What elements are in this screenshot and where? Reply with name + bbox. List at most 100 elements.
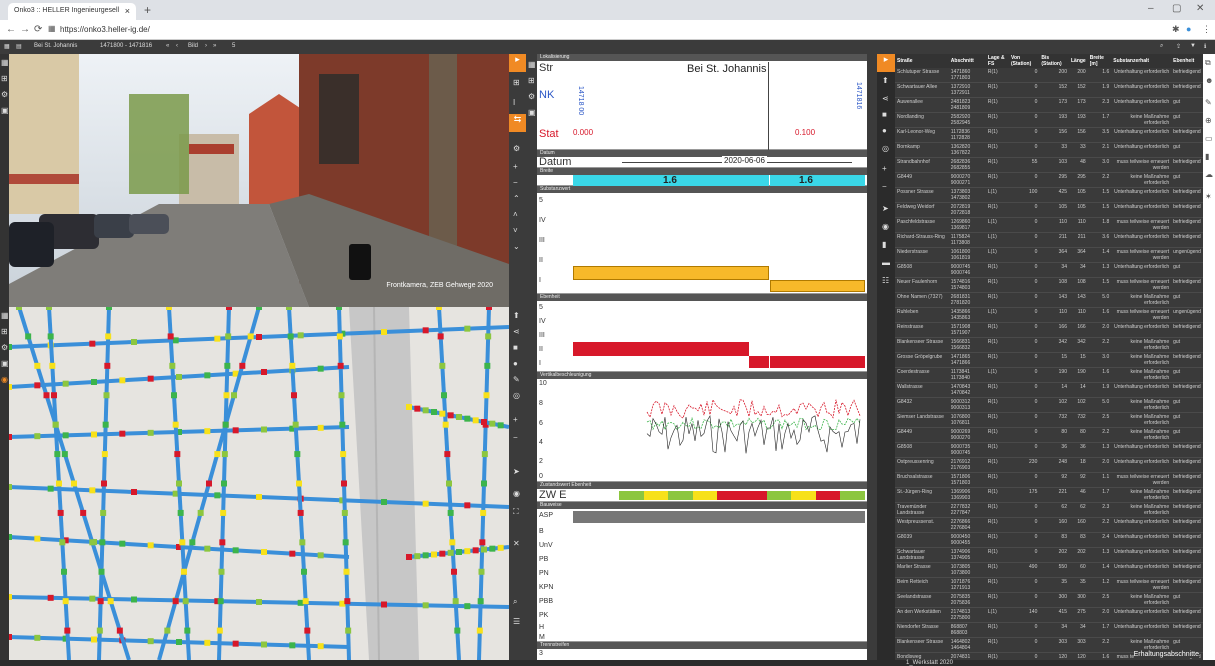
share-icon[interactable]: ⋖: [513, 327, 520, 336]
target-icon[interactable]: ⊕: [1205, 116, 1212, 125]
camera-icon[interactable]: ▸: [509, 54, 526, 72]
table-row[interactable]: Richard-Strauss-Ring 1175824 1173808 L(1) 0…: [895, 232, 1203, 248]
list-icon[interactable]: ▤: [16, 43, 22, 50]
table-row[interactable]: Ruhleben 1435866 1435863 L(1) 0 110 110 1.6 mus…: [895, 307, 1203, 323]
table-row[interactable]: Paschfeldstrasse 1269860 1369817 L(1) 0 110 1…: [895, 217, 1203, 233]
table-row[interactable]: Wallstrasse 1470843 1470842 R(1) 0 14 14 1.9 Un…: [895, 382, 1203, 398]
cursor-icon[interactable]: ➤: [882, 204, 889, 213]
grid-icon[interactable]: ▦: [528, 60, 536, 69]
url-field[interactable]: https://onko3.heller-ig.de/: [60, 25, 150, 34]
table-row[interactable]: G8508 9000745 9000746 R(1) 0 34 34 1.3 Unterhal…: [895, 262, 1203, 278]
image-select[interactable]: Bild: [188, 43, 198, 49]
table-row[interactable]: Beim Retteich 1071876 1271913 R(1) 0 35 35 1.2…: [895, 577, 1203, 593]
profile-avatar[interactable]: ●: [1186, 24, 1191, 34]
table-row[interactable]: St.-Jürgen-Ring 1369906 1369903 R(1) 175 221…: [895, 487, 1203, 503]
browser-tab[interactable]: Onko3 :: HELLER Ingenieurgesell ×: [8, 3, 136, 20]
table-row[interactable]: Ostpreussenring 2176912 2176903 R(1) 230 248…: [895, 457, 1203, 473]
table-row[interactable]: Grosse Gröpelgrube 1471865 1471866 R(1) 0 15…: [895, 352, 1203, 368]
column-header[interactable]: Ebenheit: [1171, 54, 1203, 68]
street-select[interactable]: Bei St. Johannis: [34, 43, 77, 49]
list-icon[interactable]: ☰: [513, 617, 520, 626]
window-icon[interactable]: ▣: [1, 359, 9, 368]
column-header[interactable]: Länge: [1068, 54, 1088, 68]
prev-icon[interactable]: «: [166, 43, 169, 49]
table-row[interactable]: Bornkamp 1362820 1367822 R(1) 0 33 33 2.1 Unter…: [895, 142, 1203, 158]
camera-icon[interactable]: ▸: [877, 54, 895, 72]
settings-icon[interactable]: ⚙: [528, 92, 535, 101]
text-icon[interactable]: I: [513, 98, 515, 107]
window-icon[interactable]: ▭: [1205, 134, 1213, 143]
expand-icon[interactable]: ⊞: [513, 78, 520, 87]
pointer-icon[interactable]: ⬆: [513, 311, 520, 320]
table-row[interactable]: Possner Strasse 1373803 1473802 L(1) 100 425…: [895, 187, 1203, 203]
target-icon[interactable]: ◎: [513, 391, 520, 400]
window-icon[interactable]: ▬: [882, 258, 890, 267]
layers-icon[interactable]: ◉: [513, 489, 520, 498]
pin-icon[interactable]: ◉: [1, 375, 8, 384]
table-row[interactable]: Blankenseer Strasse 1566831 1566832 R(1) 0 3…: [895, 337, 1203, 353]
copy-icon[interactable]: ⧉: [1205, 58, 1211, 68]
table-row[interactable]: Seelandstrasse 2075835 2075836 R(1) 0 300 300…: [895, 592, 1203, 608]
table-row[interactable]: Schwartauer Landstrasse 1374906 1374905 R(…: [895, 547, 1203, 563]
back-step-icon[interactable]: ‹: [176, 43, 178, 49]
search-icon[interactable]: ⌕: [513, 597, 517, 607]
cloud-icon[interactable]: ☁: [1205, 170, 1213, 179]
grid-icon[interactable]: ▦: [1, 58, 9, 67]
info-icon[interactable]: ●: [882, 126, 887, 135]
window-icon[interactable]: ▣: [1, 106, 9, 115]
condition-map[interactable]: [9, 307, 509, 660]
back-icon[interactable]: ←: [6, 24, 16, 35]
column-header[interactable]: Bis (Station): [1039, 54, 1069, 68]
table-row[interactable]: G8449 9000270 9000271 R(1) 0 295 295 2.2 keine …: [895, 172, 1203, 188]
forward-icon[interactable]: →: [20, 24, 30, 35]
window-icon[interactable]: ▣: [528, 108, 536, 117]
new-tab-icon[interactable]: +: [144, 3, 151, 17]
minus-icon[interactable]: −: [513, 178, 518, 187]
column-header[interactable]: Von (Station): [1009, 54, 1040, 68]
minimize-icon[interactable]: –: [1148, 3, 1154, 14]
share-icon[interactable]: ⋖: [882, 94, 889, 103]
maximize-icon[interactable]: ▢: [1172, 3, 1181, 14]
table-row[interactable]: G8432 9000312 9000313 R(1) 0 102 102 5.0 keine …: [895, 397, 1203, 413]
settings-icon[interactable]: ⚙: [1, 90, 8, 99]
table-row[interactable]: Niederstrasse 1061800 1061819 L(1) 0 364 364 1…: [895, 247, 1203, 263]
column-header[interactable]: Abschnitt: [948, 54, 986, 68]
info-icon[interactable]: ℹ: [1204, 43, 1206, 50]
table-row[interactable]: Bruchsalstrasse 1571806 1571803 R(1) 0 92 92 1…: [895, 472, 1203, 488]
layout-icon[interactable]: ⊞: [528, 76, 535, 85]
layout-icon[interactable]: ⊞: [1, 327, 8, 336]
up-icon[interactable]: ˄: [513, 210, 518, 219]
cursor-icon[interactable]: ➤: [513, 467, 520, 476]
edit-icon[interactable]: ✎: [1205, 98, 1212, 107]
filter-icon[interactable]: ▼: [1190, 43, 1196, 49]
plus-icon[interactable]: +: [513, 162, 518, 171]
grid-icon[interactable]: ▦: [4, 43, 10, 50]
column-header[interactable]: Straße: [895, 54, 949, 68]
up-double-icon[interactable]: ⌃: [513, 194, 520, 203]
table-row[interactable]: Travemünder Landstrasse 2277832 2277847 R(…: [895, 502, 1203, 518]
table-row[interactable]: Marlier Strasse 1073805 1073800 R(1) 490 550…: [895, 562, 1203, 578]
export-icon[interactable]: ⇪: [1176, 43, 1181, 50]
list-icon[interactable]: ☷: [882, 276, 889, 285]
settings-icon[interactable]: ⚙: [1, 343, 8, 352]
edit-icon[interactable]: ✎: [513, 375, 520, 384]
table-row[interactable]: Siemser Landstrasse 1076800 1076811 R(1) 0 7…: [895, 412, 1203, 428]
table-row[interactable]: Karl-Leonor-Weg 1172836 1172828 R(1) 0 156 15…: [895, 127, 1203, 143]
reload-icon[interactable]: ⟳: [34, 24, 42, 35]
split-icon[interactable]: ⇆: [509, 114, 526, 132]
table-row[interactable]: G8449 9000269 9000270 R(1) 0 80 80 2.2 keine Ma…: [895, 427, 1203, 443]
info-icon[interactable]: ●: [513, 359, 518, 368]
close-tab-icon[interactable]: ×: [125, 6, 130, 16]
up-icon[interactable]: ⬆: [882, 76, 889, 85]
trash-icon[interactable]: ▮: [882, 240, 886, 249]
stop-icon[interactable]: ■: [882, 110, 887, 119]
down-icon[interactable]: ˅: [513, 226, 518, 235]
table-row[interactable]: Nordlanding 2582920 2582945 R(1) 0 193 193 1.7…: [895, 112, 1203, 128]
index-select[interactable]: 5: [232, 43, 235, 49]
map-canvas[interactable]: [9, 307, 509, 660]
table-row[interactable]: Strandbahnhof 2682836 2682855 R(1) 55 103 48 3…: [895, 157, 1203, 173]
table-row[interactable]: An den Werkstätten 2174813 2275800 L(1) 140…: [895, 607, 1203, 623]
extension-icon[interactable]: ✱: [1172, 24, 1180, 35]
stop-icon[interactable]: ■: [513, 343, 518, 352]
trash-icon[interactable]: ▮: [1205, 152, 1209, 161]
